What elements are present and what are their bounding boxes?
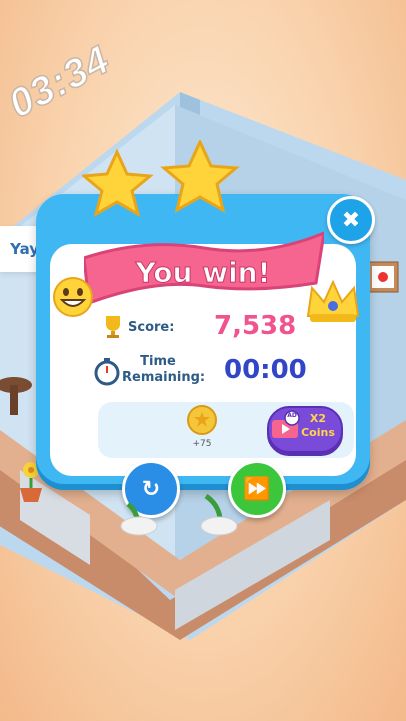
- crown-icon: [306, 279, 360, 322]
- time-label-line1: Time: [140, 354, 176, 369]
- trophy-icon: [106, 316, 120, 338]
- rating-stars: [82, 140, 240, 218]
- plant-pot-icon: [120, 502, 158, 536]
- grinning-face-icon: [53, 277, 93, 317]
- stopwatch-icon: [94, 358, 120, 386]
- star-icon: [82, 148, 154, 218]
- score-value: 7,538: [214, 311, 297, 341]
- fast-forward-icon: ⏩: [243, 476, 271, 502]
- close-icon: ✖: [341, 207, 361, 233]
- plant-pot-icon: [200, 494, 238, 536]
- time-remaining-label: Time Remaining:: [122, 354, 206, 386]
- ad-label-line1: X2: [309, 412, 327, 425]
- coin-icon: [187, 405, 217, 435]
- ad-badge: AD: [287, 412, 297, 419]
- close-button[interactable]: ✖: [327, 196, 375, 244]
- coin-reward: +75: [192, 439, 212, 449]
- ad-label-line2: Coins: [301, 426, 335, 439]
- time-remaining-value: 00:00: [224, 355, 307, 385]
- ad-label: X2 Coins: [300, 412, 336, 440]
- restart-icon: ↻: [141, 476, 161, 502]
- star-icon: [160, 140, 240, 213]
- time-label-line2: Remaining:: [122, 370, 206, 385]
- score-label: Score:: [128, 320, 175, 335]
